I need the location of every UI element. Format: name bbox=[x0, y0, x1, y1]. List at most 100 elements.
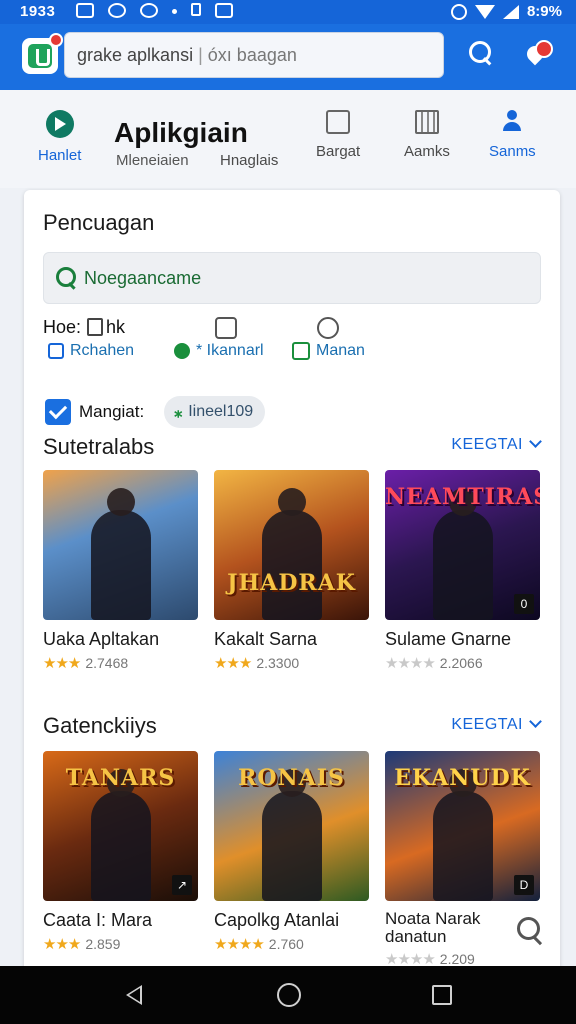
filter-checkbox[interactable] bbox=[45, 399, 71, 425]
calendar-icon[interactable] bbox=[215, 317, 237, 339]
wifi-icon bbox=[474, 4, 495, 19]
search-input-value: grake aplkansi bbox=[77, 45, 194, 65]
checkbox-label: Mangiat: bbox=[79, 402, 145, 421]
character-art bbox=[432, 488, 493, 620]
card-search-field[interactable]: Noegaancame bbox=[43, 252, 541, 304]
filter-pill-label: Iineel109 bbox=[188, 403, 254, 420]
game-card[interactable]: JHADRAK Kakalt Sarna ★★★ 2.3300 bbox=[214, 470, 369, 672]
filters-label: Hoe: hk bbox=[43, 317, 125, 338]
filters-suffix: hk bbox=[106, 317, 126, 337]
rating-count: 2.2066 bbox=[439, 655, 483, 671]
play-icon bbox=[45, 110, 74, 138]
game-card[interactable]: Uaka Apltakan ★★★ 2.7468 bbox=[43, 470, 198, 672]
game-title: Noata Narak danatun bbox=[385, 909, 481, 946]
character-art bbox=[261, 488, 322, 620]
game-thumbnail[interactable]: RONAIS bbox=[214, 751, 369, 901]
filter-chip-3[interactable]: Manan bbox=[292, 342, 365, 360]
game-card[interactable]: TANARS ↗ Caata I: Mara ★★★ 2.859 bbox=[43, 751, 198, 953]
shield-icon bbox=[108, 3, 126, 18]
game-rating: ★★★★ 2.760 bbox=[214, 935, 369, 953]
rating-count: 2.7468 bbox=[85, 655, 129, 671]
nav-sub-label[interactable]: Mleneiaien bbox=[116, 152, 189, 169]
battery-text: 8:9% bbox=[526, 3, 562, 20]
chevron-down-icon bbox=[529, 715, 542, 728]
person-icon bbox=[500, 110, 524, 134]
section-title: Sutetralabs bbox=[43, 434, 155, 459]
main-card: Pencuagan Noegaancame Hoe: hk Rchahen * I… bbox=[24, 190, 560, 980]
notifications-button[interactable] bbox=[523, 40, 553, 68]
game-thumbnail[interactable]: TANARS ↗ bbox=[43, 751, 198, 901]
filter-chip-label: Manan bbox=[316, 342, 365, 359]
star-rating-icon: ★★★★ bbox=[214, 936, 265, 953]
game-title: Caata I: Mara bbox=[43, 910, 153, 930]
grid-icon bbox=[215, 3, 233, 18]
section-see-more-link[interactable]: KEEGTAI bbox=[451, 715, 542, 734]
recent-apps-icon[interactable] bbox=[432, 985, 452, 1005]
nav-apps[interactable]: Aamks bbox=[404, 110, 450, 160]
notification-badge bbox=[535, 40, 553, 58]
game-thumbnail[interactable] bbox=[43, 470, 198, 620]
status-bar: 1933 8:9% bbox=[0, 0, 576, 24]
badge-icon: 0 bbox=[514, 594, 534, 614]
search-icon[interactable] bbox=[517, 917, 545, 945]
status-time: 1933 bbox=[20, 3, 56, 20]
app-bar: grake aplkansi | óxı baagan bbox=[0, 24, 576, 90]
app-logo[interactable] bbox=[22, 33, 63, 74]
badge-icon: D bbox=[514, 875, 534, 895]
star-rating-icon: ★★★ bbox=[43, 936, 81, 953]
store-logo-icon bbox=[28, 44, 52, 68]
status-notification-icons bbox=[76, 3, 233, 18]
game-thumbnail[interactable]: NEAMTIRAS 0 bbox=[385, 470, 540, 620]
home-icon[interactable] bbox=[277, 983, 301, 1007]
star-rating-icon: ★★★ bbox=[214, 655, 252, 672]
section-link-label: KEEGTAI bbox=[451, 716, 523, 733]
window-icon bbox=[292, 342, 310, 360]
checkbox-row: Mangiat: ⁎ Iineel109 bbox=[45, 396, 266, 428]
tools-icon[interactable] bbox=[317, 317, 339, 339]
back-icon[interactable] bbox=[126, 985, 142, 1005]
nav-item-2[interactable]: Hnaglais bbox=[220, 152, 278, 169]
image-icon bbox=[76, 3, 94, 18]
character-art bbox=[261, 769, 322, 901]
game-title: Sulame Gnarne bbox=[385, 629, 512, 649]
filters-label-text: Hoe: bbox=[43, 317, 82, 337]
filter-box-icon bbox=[87, 318, 104, 336]
signal-icon bbox=[502, 4, 519, 19]
system-navigation-bar bbox=[0, 966, 576, 1024]
star-rating-icon: ★★★ bbox=[43, 655, 81, 672]
game-card[interactable]: NEAMTIRAS 0 Sulame Gnarne ★★★★ 2.2066 bbox=[385, 470, 540, 672]
character-art bbox=[432, 769, 493, 901]
game-thumbnail[interactable]: JHADRAK bbox=[214, 470, 369, 620]
character-art bbox=[90, 769, 151, 901]
game-card[interactable]: RONAIS Capolkg Atanlai ★★★★ 2.760 bbox=[214, 751, 369, 953]
game-title: Capolkg Atanlai bbox=[214, 910, 340, 930]
game-rating: ★★★ 2.7468 bbox=[43, 654, 198, 672]
game-thumbnail[interactable]: EKANUDK D bbox=[385, 751, 540, 901]
filter-pill[interactable]: ⁎ Iineel109 bbox=[164, 396, 266, 428]
rating-count: 2.859 bbox=[85, 936, 121, 952]
search-input[interactable]: grake aplkansi | óxı baagan bbox=[64, 32, 444, 78]
game-title: Kakalt Sarna bbox=[214, 629, 318, 649]
game-logo-text: RONAIS bbox=[238, 765, 345, 791]
dot-icon bbox=[172, 9, 177, 14]
card-search-placeholder: Noegaancame bbox=[84, 268, 202, 288]
text-cursor: | bbox=[198, 45, 203, 65]
top-navigation: Hanlet Aplikgiain Mleneiaien Hnaglais Ba… bbox=[0, 90, 576, 188]
sim-icon bbox=[191, 3, 201, 16]
star-rating-icon: ★★★★ bbox=[385, 655, 436, 672]
nav-books[interactable]: Bargat bbox=[316, 110, 360, 160]
game-title: Uaka Apltakan bbox=[43, 629, 160, 649]
page-title: Aplikgiain bbox=[114, 117, 248, 148]
section-see-more-link[interactable]: KEEGTAI bbox=[451, 435, 542, 454]
character-art bbox=[90, 488, 151, 620]
search-icon[interactable] bbox=[469, 41, 493, 65]
device-icon bbox=[48, 343, 64, 359]
nav-home[interactable]: Hanlet bbox=[38, 110, 81, 164]
section-link-label: KEEGTAI bbox=[451, 436, 523, 453]
gear-icon bbox=[174, 343, 190, 359]
nav-account[interactable]: Sanms bbox=[489, 110, 536, 160]
expand-icon: ↗ bbox=[172, 875, 192, 895]
filter-chip-1[interactable]: Rchahen bbox=[48, 342, 134, 360]
notification-badge bbox=[49, 33, 63, 47]
filter-chip-2[interactable]: * Ikannarl bbox=[174, 342, 264, 360]
